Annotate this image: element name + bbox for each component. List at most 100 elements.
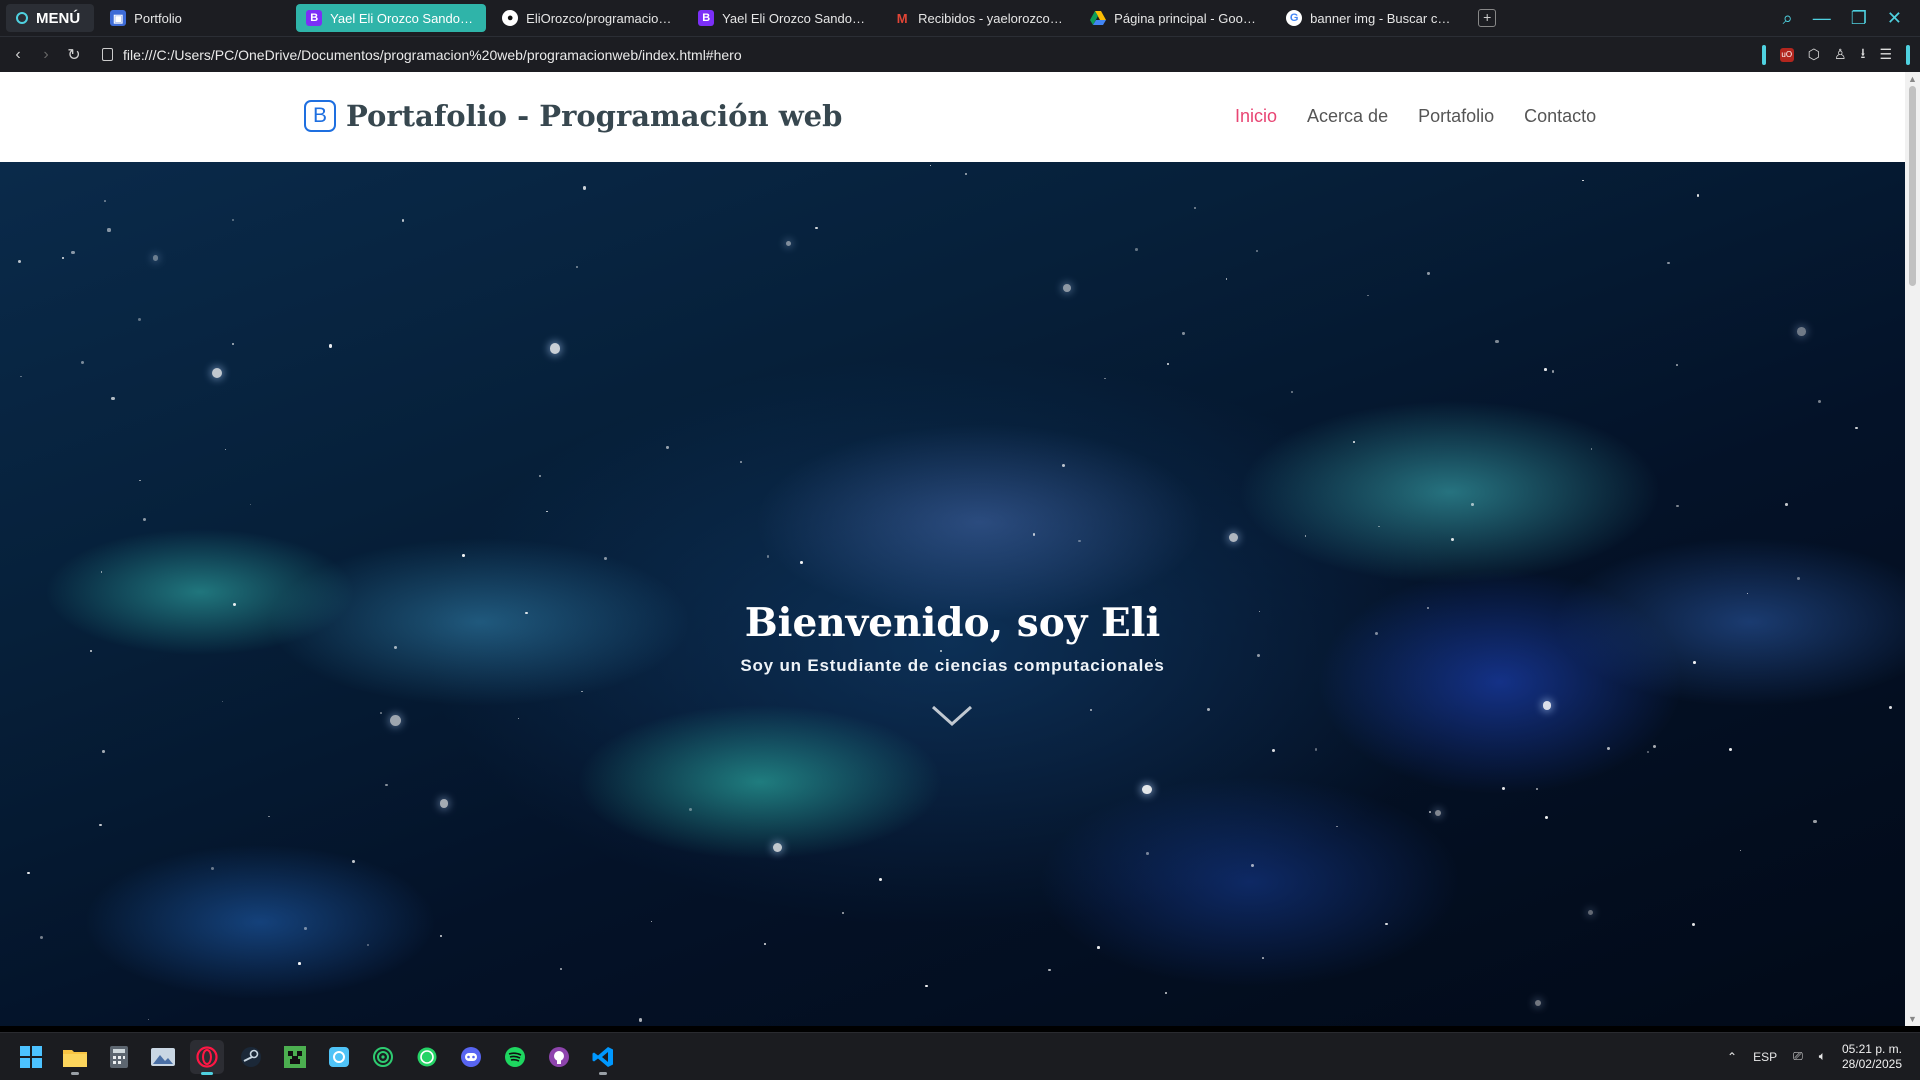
star-decoration xyxy=(107,228,111,232)
star-decoration xyxy=(1471,503,1474,506)
downloads-icon[interactable]: ⭳ xyxy=(1861,43,1866,67)
back-icon[interactable]: ‹ xyxy=(4,46,32,64)
web-page: B Portafolio - Programación web Inicio A… xyxy=(0,72,1905,1026)
tab-title: EliOrozco/programacionwe xyxy=(526,10,673,26)
scroll-up-arrow-icon[interactable]: ▲ xyxy=(1908,74,1917,84)
star-decoration xyxy=(581,690,583,692)
star-decoration xyxy=(401,219,404,222)
show-hidden-icons-icon[interactable]: ⌃ xyxy=(1727,1050,1737,1064)
tab-title: Portfolio xyxy=(134,10,182,26)
nav-link-contacto[interactable]: Contacto xyxy=(1524,106,1596,127)
spotify-icon[interactable] xyxy=(498,1040,532,1074)
star-decoration xyxy=(366,943,369,946)
star-decoration xyxy=(772,843,782,853)
star-decoration xyxy=(224,448,227,451)
address-bar: ‹ › ↻ file:///C:/Users/PC/OneDrive/Docum… xyxy=(0,36,1920,72)
tab-github-repo[interactable]: ● EliOrozco/programacionwe xyxy=(492,4,682,32)
star-decoration xyxy=(385,783,388,787)
star-decoration xyxy=(152,255,159,261)
bootstrap-favicon-icon: B xyxy=(306,10,323,26)
star-decoration xyxy=(1692,923,1696,927)
tab-google-search[interactable]: G banner img - Buscar con G xyxy=(1276,4,1466,32)
star-decoration xyxy=(1225,278,1228,280)
nav-link-acerca-de[interactable]: Acerca de xyxy=(1307,106,1388,127)
close-icon[interactable]: ✕ xyxy=(1887,8,1902,29)
star-decoration xyxy=(1061,464,1065,468)
easy-setup-icon[interactable]: ☰ xyxy=(1879,46,1892,63)
url-field[interactable]: file:///C:/Users/PC/OneDrive/Documentos/… xyxy=(102,47,742,63)
search-tabs-icon[interactable]: ⌕ xyxy=(1783,8,1793,29)
scroll-down-chevron-icon[interactable] xyxy=(930,704,974,728)
clock[interactable]: 05:21 p. m. 28/02/2025 xyxy=(1842,1042,1902,1072)
minimize-icon[interactable]: — xyxy=(1813,8,1831,29)
hero-section: Bienvenido, soy Eli Soy un Estudiante de… xyxy=(0,162,1905,1026)
edge-dev-icon[interactable] xyxy=(366,1040,400,1074)
snipping-tool-icon[interactable] xyxy=(322,1040,356,1074)
nav-link-portafolio[interactable]: Portafolio xyxy=(1418,106,1494,127)
star-decoration xyxy=(785,240,791,246)
star-decoration xyxy=(1796,576,1800,580)
star-decoration xyxy=(560,968,563,971)
extensions-cube-icon[interactable]: ⬡ xyxy=(1808,46,1820,63)
tab-gmail[interactable]: M Recibidos - yaelorozco46@ xyxy=(884,4,1074,32)
opera-gx-icon[interactable] xyxy=(190,1039,224,1075)
steam-icon[interactable] xyxy=(234,1040,268,1074)
star-decoration xyxy=(1653,745,1657,749)
star-decoration xyxy=(1739,850,1741,852)
vscode-icon[interactable] xyxy=(586,1040,620,1075)
star-decoration xyxy=(518,718,520,720)
network-icon[interactable]: ⎚ xyxy=(1793,1049,1803,1064)
star-decoration xyxy=(1314,748,1318,751)
star-decoration xyxy=(1165,992,1168,995)
star-decoration xyxy=(18,260,22,264)
minecraft-icon[interactable] xyxy=(278,1040,312,1074)
new-tab-button[interactable]: + xyxy=(1478,9,1497,27)
whatsapp-icon[interactable] xyxy=(410,1040,444,1074)
google-drive-favicon-icon xyxy=(1090,10,1107,26)
star-decoration xyxy=(1676,504,1680,508)
star-decoration xyxy=(147,1018,150,1021)
ublock-extension-icon[interactable]: uO xyxy=(1779,47,1794,62)
github-desktop-icon[interactable] xyxy=(542,1040,576,1074)
tab-yael-eli-orozco[interactable]: B Yael Eli Orozco Sandoval - xyxy=(688,4,878,32)
sidebar-indicator xyxy=(1906,44,1910,65)
star-decoration xyxy=(666,446,669,449)
tab-google-drive[interactable]: Página principal - Google I xyxy=(1080,4,1270,32)
star-decoration xyxy=(1385,922,1388,926)
star-decoration xyxy=(1427,272,1430,275)
profile-icon[interactable]: ♙ xyxy=(1834,46,1847,63)
star-decoration xyxy=(1495,340,1499,344)
brand[interactable]: B Portafolio - Programación web xyxy=(304,99,842,133)
star-decoration xyxy=(394,645,398,649)
discord-icon[interactable] xyxy=(454,1040,488,1074)
file-explorer-icon[interactable] xyxy=(58,1040,92,1075)
volume-icon[interactable]: 🔈︎ xyxy=(1819,1049,1826,1064)
language-indicator[interactable]: ESP xyxy=(1753,1050,1777,1064)
star-decoration xyxy=(1675,364,1678,366)
page-scrollbar[interactable]: ▲ ▼ xyxy=(1905,72,1920,1026)
star-decoration xyxy=(100,571,103,573)
reload-icon[interactable]: ↻ xyxy=(60,45,88,65)
star-decoration xyxy=(137,317,142,322)
star-decoration xyxy=(1089,708,1093,712)
star-decoration xyxy=(439,799,449,809)
tab-portfolio[interactable]: ▣ Portfolio xyxy=(100,4,290,32)
star-decoration xyxy=(111,397,115,401)
browser-menu-button[interactable]: MENÚ xyxy=(6,4,95,32)
scroll-down-arrow-icon[interactable]: ▼ xyxy=(1908,1014,1917,1024)
star-decoration xyxy=(352,860,356,864)
forward-icon[interactable]: › xyxy=(32,46,60,64)
tab-title: banner img - Buscar con G xyxy=(1310,10,1457,26)
browser-tab-strip: MENÚ ▣ Portfolio B Yael Eli Orozco Sando… xyxy=(0,0,1920,36)
nav-link-inicio[interactable]: Inicio xyxy=(1235,106,1277,127)
star-decoration xyxy=(1535,788,1538,791)
star-decoration xyxy=(576,266,579,269)
tab-yael-eli-orozco-active[interactable]: B Yael Eli Orozco Sandoval - xyxy=(296,4,487,32)
calculator-icon[interactable] xyxy=(102,1040,136,1074)
photos-icon[interactable] xyxy=(146,1040,180,1074)
scrollbar-thumb[interactable] xyxy=(1909,86,1916,286)
restore-icon[interactable]: ❐ xyxy=(1851,8,1867,29)
star-decoration xyxy=(1813,819,1817,824)
star-decoration xyxy=(380,712,383,715)
windows-start-icon[interactable] xyxy=(14,1040,48,1074)
